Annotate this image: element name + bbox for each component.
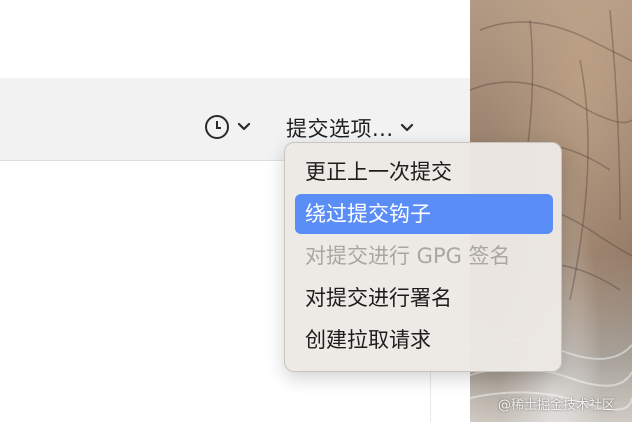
commit-options-label: 提交选项... xyxy=(286,117,394,141)
commit-options-button[interactable]: 提交选项... xyxy=(286,114,414,142)
menu-item-signoff[interactable]: 对提交进行署名 xyxy=(295,278,553,318)
menu-item-bypass-hooks[interactable]: 绕过提交钩子 xyxy=(295,194,553,234)
history-button[interactable] xyxy=(205,113,251,141)
window-top-area xyxy=(0,0,470,79)
menu-item-create-pull-request[interactable]: 创建拉取请求 xyxy=(295,320,553,360)
commit-options-menu: 更正上一次提交 绕过提交钩子 对提交进行 GPG 签名 对提交进行署名 创建拉取… xyxy=(284,142,562,372)
watermark-text: @稀土掘金技术社区 xyxy=(498,398,616,413)
chevron-down-icon xyxy=(237,120,251,134)
clock-icon xyxy=(205,115,229,139)
chevron-down-icon xyxy=(400,121,414,135)
menu-item-gpg-sign: 对提交进行 GPG 签名 xyxy=(305,244,511,268)
menu-item-amend[interactable]: 更正上一次提交 xyxy=(295,152,553,192)
